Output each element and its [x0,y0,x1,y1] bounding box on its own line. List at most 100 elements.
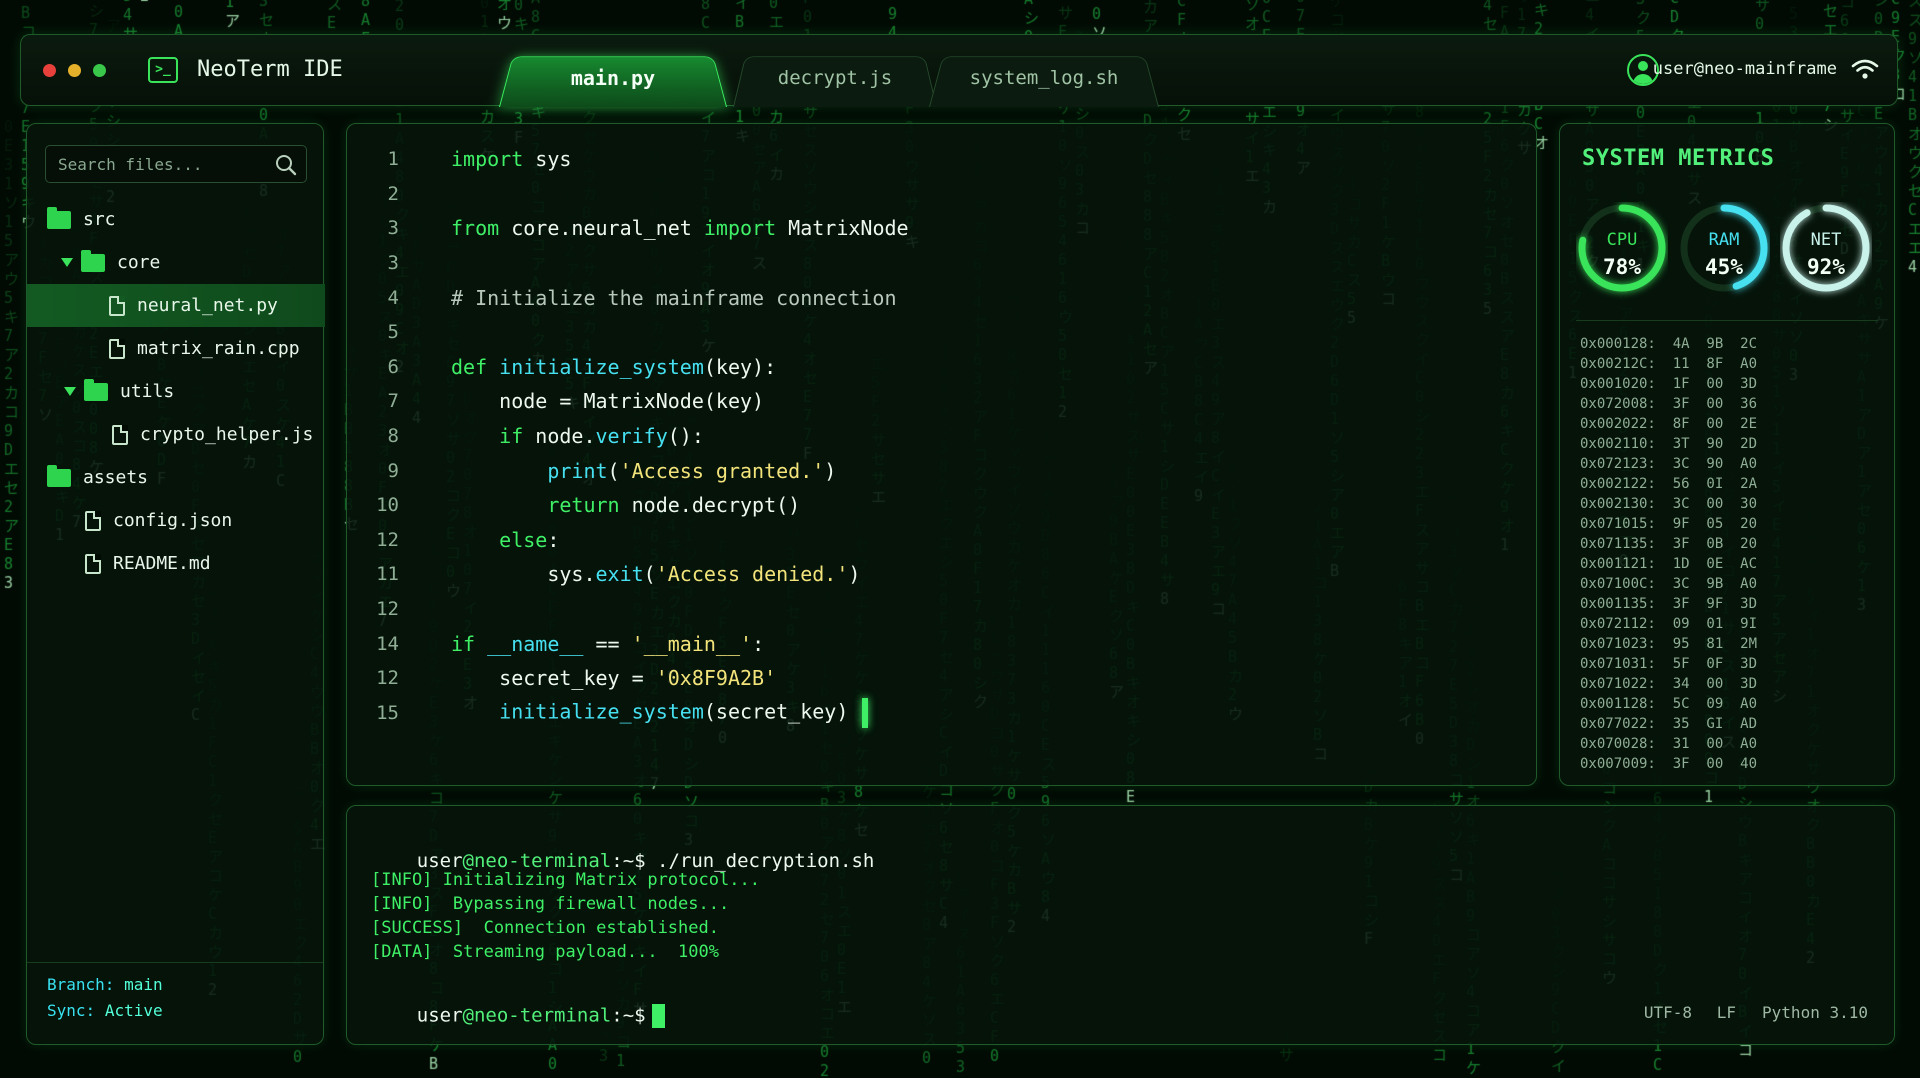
code-token: exit [595,562,644,587]
wifi-icon[interactable] [1851,57,1879,81]
code-token: print [547,458,608,483]
tree-item-label: assets [83,467,149,488]
minimize-window-button[interactable] [68,64,81,77]
code-line[interactable]: 12 [347,592,1536,627]
code-text: # Initialize the mainframe connection [451,286,897,310]
code-token: '0x8F9A2B' [655,666,777,691]
chevron-down-icon[interactable] [61,258,73,267]
tree-folder-utils[interactable]: utils [27,370,325,413]
code-editor[interactable]: 1 import sys 2 3 from core.neural_net import… [346,123,1537,786]
terminal-output-line: [SUCCESS] Connection established. [371,918,719,938]
file-icon [109,338,125,359]
tree-file-readme-md[interactable]: README.md [27,542,325,585]
file-icon [109,295,125,316]
line-number: 4 [387,286,399,309]
code-token: return [547,493,620,518]
hex-row: 0x070028: 31 00 A0 [1580,736,1758,752]
close-window-button[interactable] [43,64,56,77]
ram-value: 45% [1705,255,1743,279]
code-token: == [583,631,632,656]
terminal-panel[interactable]: user@neo-terminal:~$ ./run_decryption.sh… [346,805,1895,1045]
app-title: NeoTerm IDE [197,57,343,82]
terminal-input-line[interactable]: user@neo-terminal:~$ [371,982,665,1050]
code-line[interactable]: 4 # Initialize the mainframe connection [347,280,1536,315]
tree-file-matrix-rain-cpp[interactable]: matrix_rain.cpp [27,327,325,370]
tree-folder-assets[interactable]: assets [27,456,325,499]
line-number: 12 [376,528,399,551]
folder-icon [47,464,71,487]
tree-file-neural-net-py[interactable]: neural_net.py [27,284,325,327]
line-number: 5 [387,321,399,344]
branch-label: Branch: [47,975,115,994]
terminal-output-line: [INFO] Bypassing firewall nodes... [371,894,730,914]
code-line[interactable]: 9 print('Access granted.') [347,453,1536,488]
hex-row: 0x001128: 5C 09 A0 [1580,696,1758,712]
ram-label: RAM [1708,230,1740,250]
terminal-cursor [651,1004,665,1028]
code-token: if [451,631,476,656]
code-token: 'Access granted.' [619,458,825,483]
prompt-host: @neo-terminal [462,1004,612,1027]
window-controls [43,64,106,77]
code-line[interactable]: 3 from core.neural_net import MatrixNode [347,211,1536,246]
tab-decrypt-js[interactable]: decrypt.js [733,49,937,107]
code-line[interactable]: 1 import sys [347,142,1536,177]
code-line[interactable]: 2 [347,177,1536,212]
code-line[interactable]: 3 [347,246,1536,281]
hex-row: 0x071031: 5F 0F 3D [1580,656,1758,672]
tab-main-py[interactable]: main.py [499,49,727,107]
prompt-suffix: :~$ [611,850,646,872]
search-icon[interactable] [275,154,297,176]
hex-row: 0x071135: 3F 0B 20 [1580,536,1758,552]
chevron-down-icon[interactable] [64,387,76,396]
line-number: 15 [376,701,399,724]
code-token: MatrixNode [776,216,909,241]
terminal-output-line: [INFO] Initializing Matrix protocol... [371,870,760,890]
code-line[interactable]: 15 initialize_system(secret_key) [347,696,1536,731]
tree-folder-src[interactable]: src [27,198,325,241]
code-text: if node.verify(): [451,424,704,448]
line-number: 3 [387,217,399,240]
line-number: 7 [387,390,399,413]
hex-row: 0x077022: 35 GI AD [1580,716,1758,732]
search-files-input[interactable] [45,145,307,183]
code-line[interactable]: 10 return node.decrypt() [347,488,1536,523]
line-number: 12 [376,598,399,621]
title-bar: >_ NeoTerm IDE main.py decrypt.js system… [20,34,1898,107]
tree-item-label: config.json [113,510,233,531]
code-line[interactable]: 7 node = MatrixNode(key) [347,384,1536,419]
hex-row: 0x002130: 3C 00 30 [1580,496,1758,512]
code-line[interactable]: 5 [347,315,1536,350]
code-token: (): [667,424,704,449]
code-text: initialize_system(secret_key) [451,697,869,728]
ram-gauge: RAM 45% [1678,202,1770,312]
code-line[interactable]: 8 if node.verify(): [347,419,1536,454]
terminal-output-line: [DATA] Streaming payload... 100% [371,942,719,962]
tree-file-config-json[interactable]: config.json [27,499,325,542]
maximize-window-button[interactable] [93,64,106,77]
code-line[interactable]: 14 if __name__ == '__main__': [347,626,1536,661]
hex-row: 0x001020: 1F 00 3D [1580,376,1758,392]
tree-folder-core[interactable]: core [27,241,325,284]
encoding-status[interactable]: UTF-8 [1644,1003,1692,1022]
code-token: ( [607,458,620,483]
user-name[interactable]: user@neo-mainframe [1653,59,1837,79]
code-line[interactable]: 12 else: [347,523,1536,558]
hex-row: 0x001135: 3F 9F 3D [1580,596,1758,612]
language-status[interactable]: Python 3.10 [1762,1003,1868,1022]
branch-status[interactable]: Branch: main [47,975,323,1001]
tree-file-crypto-helper-js[interactable]: crypto_helper.js [27,413,325,456]
line-ending-status[interactable]: LF [1717,1003,1736,1022]
code-token: initialize_system [499,354,704,379]
code-line[interactable]: 12 secret_key = '0x8F9A2B' [347,661,1536,696]
code-token: : [547,527,560,552]
code-line[interactable]: 6 def initialize_system(key): [347,350,1536,385]
line-number: 11 [376,563,399,586]
tab-system-log-sh[interactable]: system_log.sh [929,49,1159,107]
code-area[interactable]: 1 import sys 2 3 from core.neural_net import… [347,142,1536,730]
code-line[interactable]: 11 sys.exit('Access denied.') [347,557,1536,592]
